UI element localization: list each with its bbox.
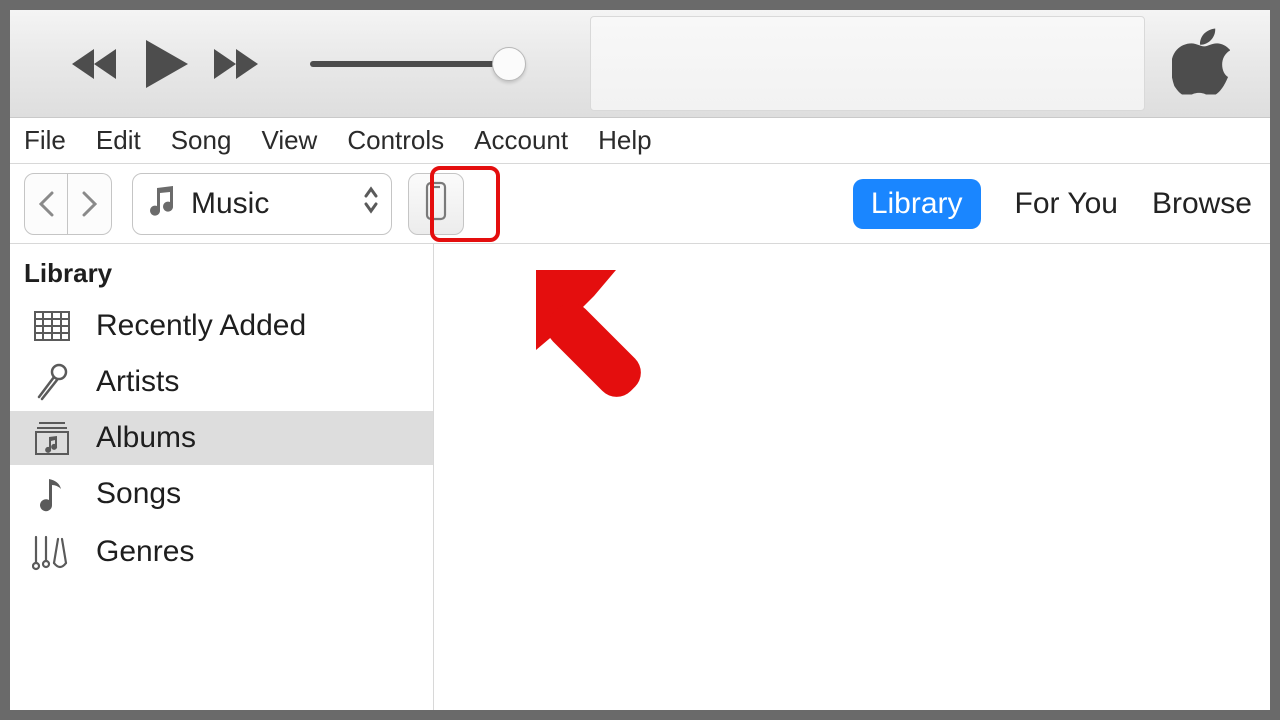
sidebar-item-label: Artists: [96, 365, 179, 399]
nav-group: [24, 173, 112, 235]
volume-slider[interactable]: [310, 61, 510, 67]
grid-icon: [30, 311, 74, 341]
playback-bar: [10, 10, 1270, 118]
play-icon[interactable]: [144, 38, 190, 90]
iphone-icon: [425, 181, 447, 226]
menu-song[interactable]: Song: [171, 125, 232, 156]
device-button[interactable]: [408, 173, 464, 235]
media-type-dropdown[interactable]: Music: [132, 173, 392, 235]
volume-track: [310, 61, 510, 67]
sidebar-item-albums[interactable]: Albums: [10, 411, 433, 465]
media-type-label: Music: [191, 187, 269, 221]
sidebar-item-songs[interactable]: Songs: [10, 465, 433, 523]
sidebar-item-artists[interactable]: Artists: [10, 353, 433, 411]
content-area: [434, 244, 1270, 710]
itunes-window: File Edit Song View Controls Account Hel…: [10, 10, 1270, 710]
nav-forward-button[interactable]: [68, 173, 112, 235]
tab-for-you[interactable]: For You: [1015, 187, 1118, 221]
tab-library[interactable]: Library: [853, 179, 981, 229]
section-toolbar: Music Library For You Browse: [10, 164, 1270, 244]
chevron-updown-icon: [363, 185, 379, 223]
body: Library Recently Added: [10, 244, 1270, 710]
guitar-icon: [30, 533, 74, 571]
next-icon[interactable]: [212, 45, 264, 83]
sidebar-item-genres[interactable]: Genres: [10, 523, 433, 581]
menu-account[interactable]: Account: [474, 125, 568, 156]
menu-controls[interactable]: Controls: [347, 125, 444, 156]
annotation-arrow-icon: [516, 250, 686, 425]
sidebar-item-recently-added[interactable]: Recently Added: [10, 299, 433, 353]
sidebar-item-label: Songs: [96, 477, 181, 511]
sidebar-item-label: Genres: [96, 535, 194, 569]
album-icon: [30, 421, 74, 455]
playback-controls: [70, 38, 264, 90]
music-note-icon: [147, 184, 177, 224]
previous-icon[interactable]: [70, 45, 122, 83]
menu-bar: File Edit Song View Controls Account Hel…: [10, 118, 1270, 164]
menu-file[interactable]: File: [24, 125, 66, 156]
menu-edit[interactable]: Edit: [96, 125, 141, 156]
sidebar: Library Recently Added: [10, 244, 434, 710]
microphone-icon: [30, 363, 74, 401]
tab-browse[interactable]: Browse: [1152, 187, 1252, 221]
note-icon: [30, 475, 74, 513]
sidebar-header: Library: [10, 254, 433, 299]
menu-view[interactable]: View: [261, 125, 317, 156]
nav-back-button[interactable]: [24, 173, 68, 235]
volume-thumb[interactable]: [492, 47, 526, 81]
lcd-display: [590, 16, 1145, 111]
view-tabs: Library For You Browse: [853, 179, 1252, 229]
apple-logo-icon: [1172, 28, 1230, 99]
sidebar-item-label: Albums: [96, 421, 196, 455]
sidebar-item-label: Recently Added: [96, 309, 306, 343]
menu-help[interactable]: Help: [598, 125, 651, 156]
